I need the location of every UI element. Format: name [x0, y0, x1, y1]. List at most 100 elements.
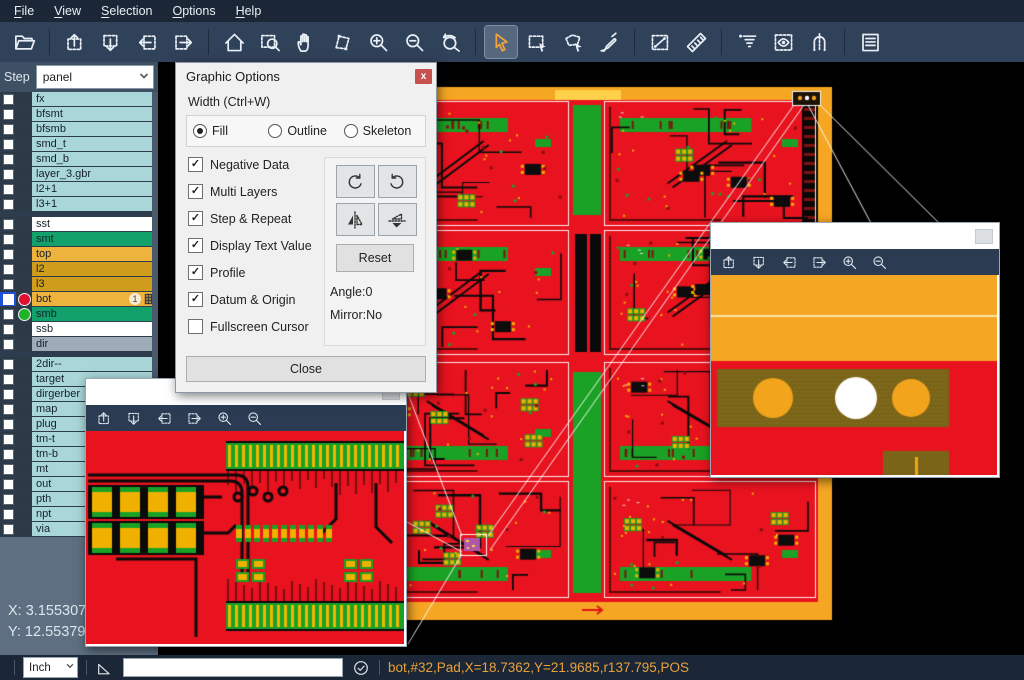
tool-pan-right-button[interactable] — [167, 26, 199, 58]
layer-indicator-slot[interactable] — [16, 92, 32, 106]
layer-visibility-checkbox[interactable] — [0, 337, 16, 351]
layer-visibility-checkbox[interactable] — [0, 477, 16, 491]
layer-indicator-slot[interactable] — [16, 447, 32, 461]
menu-file[interactable]: File — [4, 1, 44, 21]
layer-indicator-slot[interactable] — [16, 522, 32, 536]
tool-home-button[interactable] — [218, 26, 250, 58]
tool-pan-left-button[interactable] — [131, 26, 163, 58]
layer-indicator-slot[interactable] — [16, 167, 32, 181]
layer-visibility-checkbox[interactable] — [0, 292, 16, 306]
layer-row-smd_t[interactable]: smd_t — [0, 137, 158, 151]
layer-indicator-slot[interactable] — [16, 262, 32, 276]
mag-pan-right-button[interactable] — [811, 254, 828, 271]
mag-pan-up-button[interactable] — [721, 254, 738, 271]
layer-row-bot[interactable]: bot1 — [0, 292, 158, 306]
tool-ruler-button[interactable] — [680, 26, 712, 58]
mag-pan-up-button[interactable] — [96, 410, 113, 427]
layer-visibility-checkbox[interactable] — [0, 522, 16, 536]
reset-button[interactable]: Reset — [336, 244, 414, 272]
flip-h-button[interactable] — [336, 203, 375, 236]
step-select[interactable]: panel — [36, 65, 154, 89]
layer-indicator-slot[interactable] — [16, 247, 32, 261]
layer-indicator-slot[interactable] — [16, 277, 32, 291]
layer-indicator-slot[interactable] — [16, 387, 32, 401]
layer-indicator-slot[interactable] — [16, 357, 32, 371]
checkbox-datum-origin[interactable]: ✓Datum & Origin — [188, 292, 320, 307]
checkbox-step-repeat[interactable]: ✓Step & Repeat — [188, 211, 320, 226]
layer-row-2dir--[interactable]: 2dir-- — [0, 357, 158, 371]
flip-v-button[interactable] — [378, 203, 417, 236]
mag-pan-down-button[interactable] — [751, 254, 768, 271]
layer-visibility-checkbox[interactable] — [0, 262, 16, 276]
mag-pan-right-button[interactable] — [186, 410, 203, 427]
layer-indicator-slot[interactable] — [16, 107, 32, 121]
tool-rect-select-button[interactable] — [521, 26, 553, 58]
unit-select[interactable]: Inch — [23, 657, 78, 678]
close-button[interactable]: Close — [186, 356, 426, 382]
layer-indicator-slot[interactable] — [16, 182, 32, 196]
layer-visibility-checkbox[interactable] — [0, 217, 16, 231]
tool-pan-down-button[interactable] — [95, 26, 127, 58]
layer-visibility-checkbox[interactable] — [0, 137, 16, 151]
layer-row-l2+1[interactable]: l2+1 — [0, 182, 158, 196]
tool-select-cursor-button[interactable] — [485, 26, 517, 58]
tool-zoom-out-button[interactable] — [398, 26, 430, 58]
layer-indicator-slot[interactable] — [16, 217, 32, 231]
rotate-cw-button[interactable] — [336, 165, 375, 198]
dialog-title-bar[interactable]: Graphic Options x — [176, 63, 436, 89]
mag-zoom-out-button[interactable] — [246, 410, 263, 427]
layer-indicator-slot[interactable] — [16, 477, 32, 491]
mag-zoom-out-button[interactable] — [871, 254, 888, 271]
layer-visibility-checkbox[interactable] — [0, 507, 16, 521]
layer-visibility-checkbox[interactable] — [0, 247, 16, 261]
layer-visibility-checkbox[interactable] — [0, 417, 16, 431]
checkbox-multi-layers[interactable]: ✓Multi Layers — [188, 184, 320, 199]
mag-pan-left-button[interactable] — [781, 254, 798, 271]
layer-visibility-checkbox[interactable] — [0, 357, 16, 371]
layer-row-l2[interactable]: l2 — [0, 262, 158, 276]
tool-clean-brush-button[interactable] — [593, 26, 625, 58]
radio-skeleton[interactable]: Skeleton — [344, 124, 419, 138]
layer-row-dir[interactable]: dir — [0, 337, 158, 351]
radio-fill[interactable]: Fill — [193, 124, 268, 138]
layer-indicator-slot[interactable] — [16, 402, 32, 416]
layer-indicator-slot[interactable] — [16, 197, 32, 211]
layer-row-top[interactable]: top — [0, 247, 158, 261]
refresh-check-icon[interactable] — [351, 658, 371, 678]
tool-report-button[interactable] — [854, 26, 886, 58]
tool-zoom-in-button[interactable] — [362, 26, 394, 58]
layer-visibility-checkbox[interactable] — [0, 372, 16, 386]
mag-pan-left-button[interactable] — [156, 410, 173, 427]
layer-visibility-checkbox[interactable] — [0, 167, 16, 181]
layer-row-smt[interactable]: smt — [0, 232, 158, 246]
layer-indicator-slot[interactable] — [16, 372, 32, 386]
radio-outline[interactable]: Outline — [268, 124, 343, 138]
checkbox-negative-data[interactable]: ✓Negative Data — [188, 157, 320, 172]
magnifier-view-left[interactable] — [86, 431, 404, 644]
layer-visibility-checkbox[interactable] — [0, 492, 16, 506]
tool-measure-distance-button[interactable] — [644, 26, 676, 58]
magnifier-view-right[interactable] — [711, 275, 997, 475]
layer-indicator-slot[interactable] — [16, 232, 32, 246]
rotate-ccw-button[interactable] — [378, 165, 417, 198]
layer-indicator-slot[interactable] — [16, 417, 32, 431]
layer-visibility-checkbox[interactable] — [0, 447, 16, 461]
layer-active-indicator-red[interactable] — [16, 292, 32, 306]
magnifier-title-bar[interactable] — [711, 223, 999, 249]
menu-options[interactable]: Options — [162, 1, 225, 21]
command-input[interactable] — [123, 658, 343, 677]
tool-snap-button[interactable] — [803, 26, 835, 58]
checkbox-display-text-value[interactable]: ✓Display Text Value — [188, 238, 320, 253]
magnifier-window-right[interactable] — [710, 222, 1000, 478]
menu-view[interactable]: View — [44, 1, 91, 21]
tool-poly-select-button[interactable] — [557, 26, 589, 58]
layer-row-ssb[interactable]: ssb — [0, 322, 158, 336]
layer-indicator-slot[interactable] — [16, 462, 32, 476]
layer-indicator-slot[interactable] — [16, 137, 32, 151]
layer-visibility-checkbox[interactable] — [0, 92, 16, 106]
tool-filter-button[interactable] — [731, 26, 763, 58]
layer-row-smd_b[interactable]: smd_b — [0, 152, 158, 166]
tool-measure-polygon-button[interactable] — [326, 26, 358, 58]
layer-visibility-checkbox[interactable] — [0, 152, 16, 166]
layer-indicator-slot[interactable] — [16, 492, 32, 506]
